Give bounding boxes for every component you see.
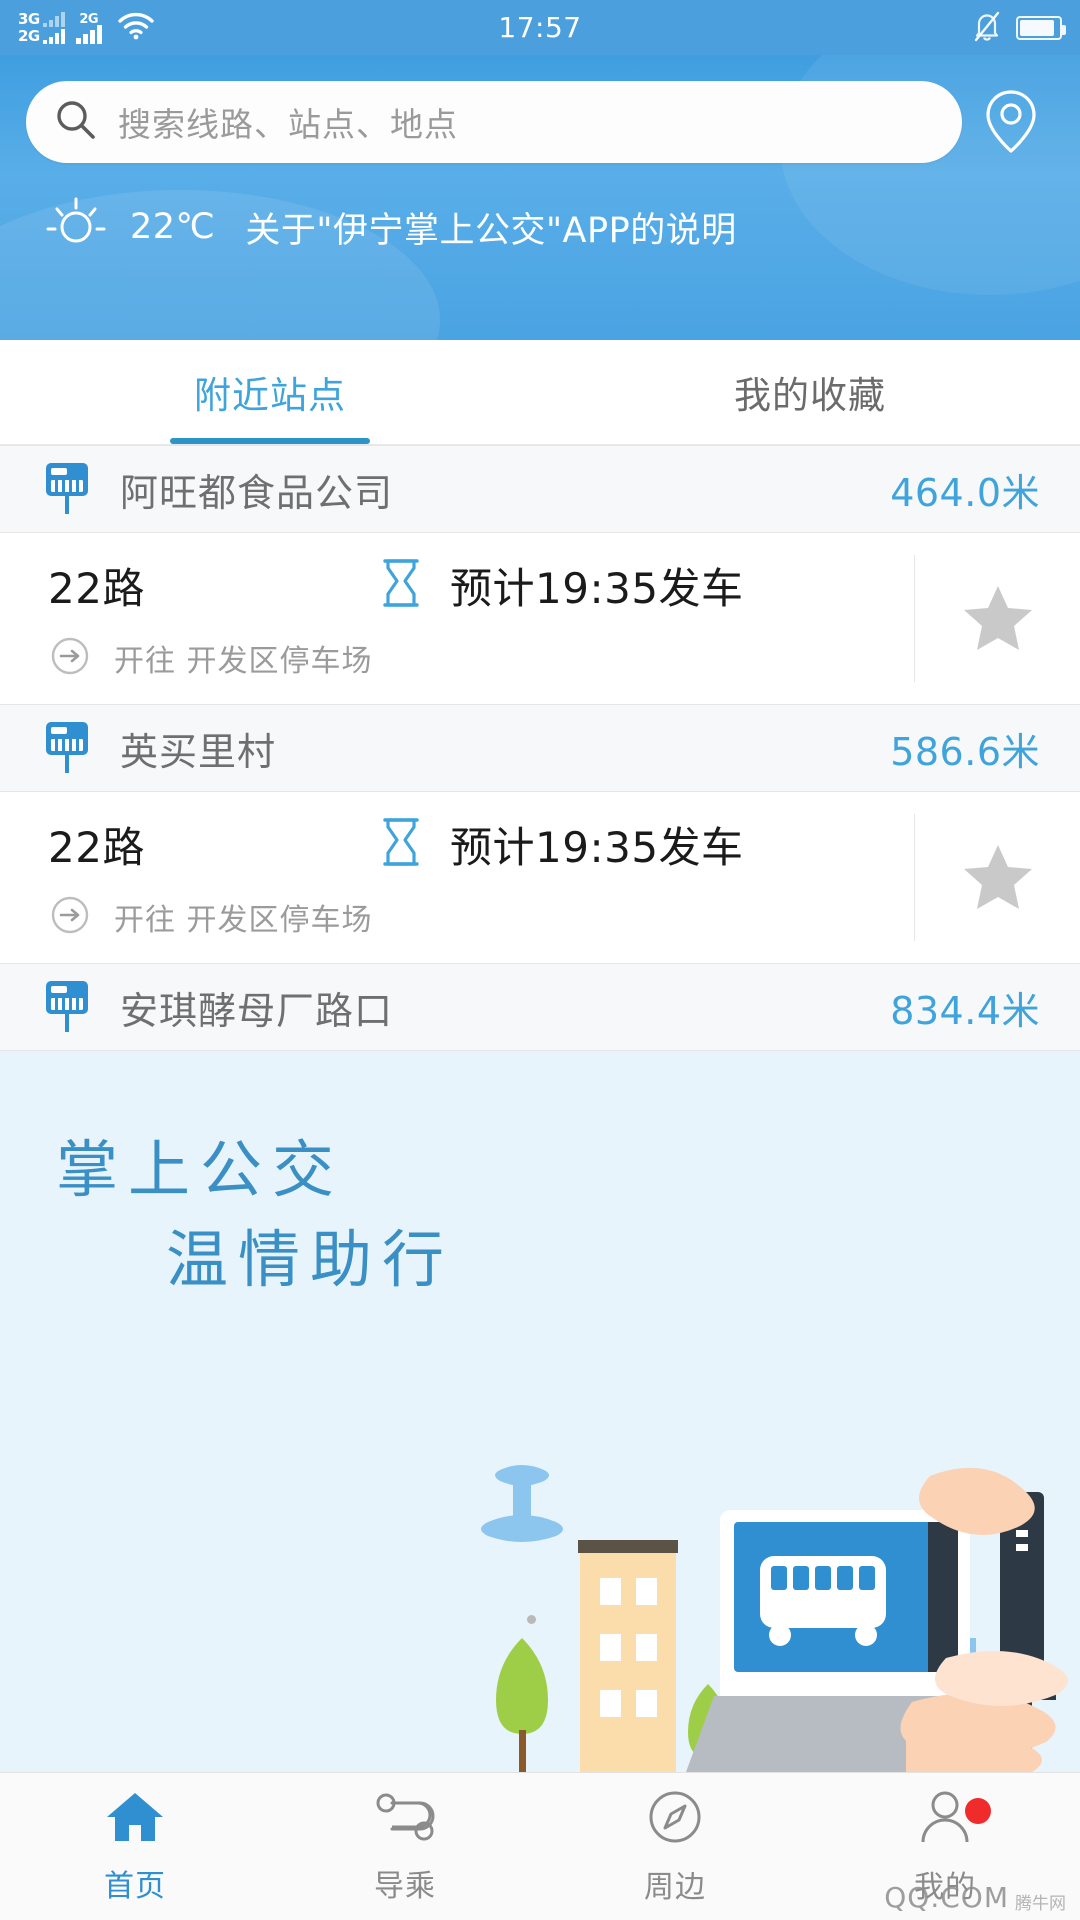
route-direction-line: 开往 开发区停车场 <box>48 893 914 941</box>
tab-nearby-stations[interactable]: 附近站点 <box>0 340 540 444</box>
nav-item-guide[interactable]: 导乘 <box>270 1789 540 1905</box>
watermark-sub: 腾牛网 <box>1015 1894 1066 1914</box>
route-eta: 预计19:35发车 <box>450 564 744 613</box>
notification-badge <box>965 1797 991 1824</box>
watermark-main: QQ.COM <box>884 1881 1009 1914</box>
route-direction-line: 开往 开发区停车场 <box>48 634 914 682</box>
route-direction: 开往 开发区停车场 <box>114 903 373 938</box>
app-root: 3G 2G 2G 17:57 搜索线路、站点、地点 22℃ 关于"伊宁掌上公交"… <box>0 0 1080 1920</box>
route-number: 22路 <box>48 564 145 613</box>
nav-item-nearby-label: 周边 <box>644 1869 706 1905</box>
home-icon <box>103 1789 167 1853</box>
map-pin-icon[interactable] <box>968 87 1054 157</box>
sun-icon <box>44 193 108 261</box>
route-icon <box>372 1789 438 1853</box>
bus-stop-sign-icon <box>40 717 94 779</box>
route-eta: 预计19:35发车 <box>450 823 744 872</box>
promo-banner-line2: 温情助行 <box>166 1222 455 1296</box>
bus-stop-sign-icon <box>40 976 94 1038</box>
status-bar-right <box>972 10 1066 46</box>
route-number: 22路 <box>48 823 145 872</box>
star-icon <box>962 840 1034 916</box>
hand-holding-phone-bus-illustration <box>481 1465 1068 1772</box>
favorite-route-button[interactable] <box>914 555 1080 682</box>
tab-bar: 附近站点 我的收藏 <box>0 340 1080 445</box>
bottom-navigation: 首页 导乘 周边 我的 QQ.COM 腾牛网 <box>0 1772 1080 1920</box>
weather-temperature: 22℃ <box>130 207 216 247</box>
nav-item-home[interactable]: 首页 <box>0 1789 270 1905</box>
status-bar-clock: 17:57 <box>498 11 582 44</box>
route-top-line: 22路 预计19:35发车 <box>48 555 914 616</box>
station-name: 安琪酵母厂路口 <box>120 988 394 1033</box>
search-input[interactable]: 搜索线路、站点、地点 <box>26 81 962 163</box>
battery-icon <box>1016 15 1066 40</box>
station-header[interactable]: 阿旺都食品公司 464.0米 <box>0 445 1080 533</box>
compass-icon <box>645 1788 705 1854</box>
station-header[interactable]: 安琪酵母厂路口 834.4米 <box>0 963 1080 1051</box>
bell-muted-icon <box>972 10 1002 46</box>
station-name: 英买里村 <box>120 729 277 774</box>
status-bar: 3G 2G 2G 17:57 <box>0 0 1080 55</box>
search-row: 搜索线路、站点、地点 <box>0 81 1080 163</box>
promo-banner-text: 掌上公交 温情助行 <box>56 1125 454 1305</box>
tab-nearby-stations-label: 附近站点 <box>194 374 346 417</box>
station-distance: 464.0米 <box>890 470 1040 515</box>
promo-banner[interactable]: 掌上公交 温情助行 <box>0 1051 1080 1772</box>
station-distance: 834.4米 <box>890 988 1040 1033</box>
tab-my-favorites-label: 我的收藏 <box>734 374 886 417</box>
hourglass-icon <box>378 557 424 615</box>
station-distance: 586.6米 <box>890 729 1040 774</box>
bus-stop-sign-icon <box>40 458 94 520</box>
promo-banner-line1: 掌上公交 <box>56 1133 345 1206</box>
app-notice-link[interactable]: 关于"伊宁掌上公交"APP的说明 <box>245 202 736 253</box>
star-icon <box>962 581 1034 657</box>
arrow-right-circle-icon <box>48 893 92 941</box>
station-header[interactable]: 英买里村 586.6米 <box>0 704 1080 792</box>
route-top-line: 22路 预计19:35发车 <box>48 814 914 875</box>
search-icon <box>54 98 98 146</box>
station-list: 阿旺都食品公司 464.0米 22路 预计19:35发车 开往 开发区停车场 英… <box>0 445 1080 1051</box>
nav-item-home-label: 首页 <box>104 1868 166 1904</box>
weather-notice-row[interactable]: 22℃ 关于"伊宁掌上公交"APP的说明 <box>0 163 1080 261</box>
tab-my-favorites[interactable]: 我的收藏 <box>540 340 1080 444</box>
user-icon <box>915 1788 975 1854</box>
route-info: 22路 预计19:35发车 开往 开发区停车场 <box>0 814 914 941</box>
nav-item-guide-label: 导乘 <box>374 1868 436 1904</box>
search-placeholder: 搜索线路、站点、地点 <box>118 105 458 144</box>
watermark: QQ.COM 腾牛网 <box>884 1881 1066 1914</box>
hourglass-icon <box>378 816 424 874</box>
route-info: 22路 预计19:35发车 开往 开发区停车场 <box>0 555 914 682</box>
station-name: 阿旺都食品公司 <box>120 470 394 515</box>
favorite-route-button[interactable] <box>914 814 1080 941</box>
route-row[interactable]: 22路 预计19:35发车 开往 开发区停车场 <box>0 533 1080 704</box>
route-direction: 开往 开发区停车场 <box>114 644 373 679</box>
route-row[interactable]: 22路 预计19:35发车 开往 开发区停车场 <box>0 792 1080 963</box>
app-header: 搜索线路、站点、地点 22℃ 关于"伊宁掌上公交"APP的说明 <box>0 55 1080 340</box>
nav-item-nearby[interactable]: 周边 <box>540 1788 810 1906</box>
arrow-right-circle-icon <box>48 634 92 682</box>
